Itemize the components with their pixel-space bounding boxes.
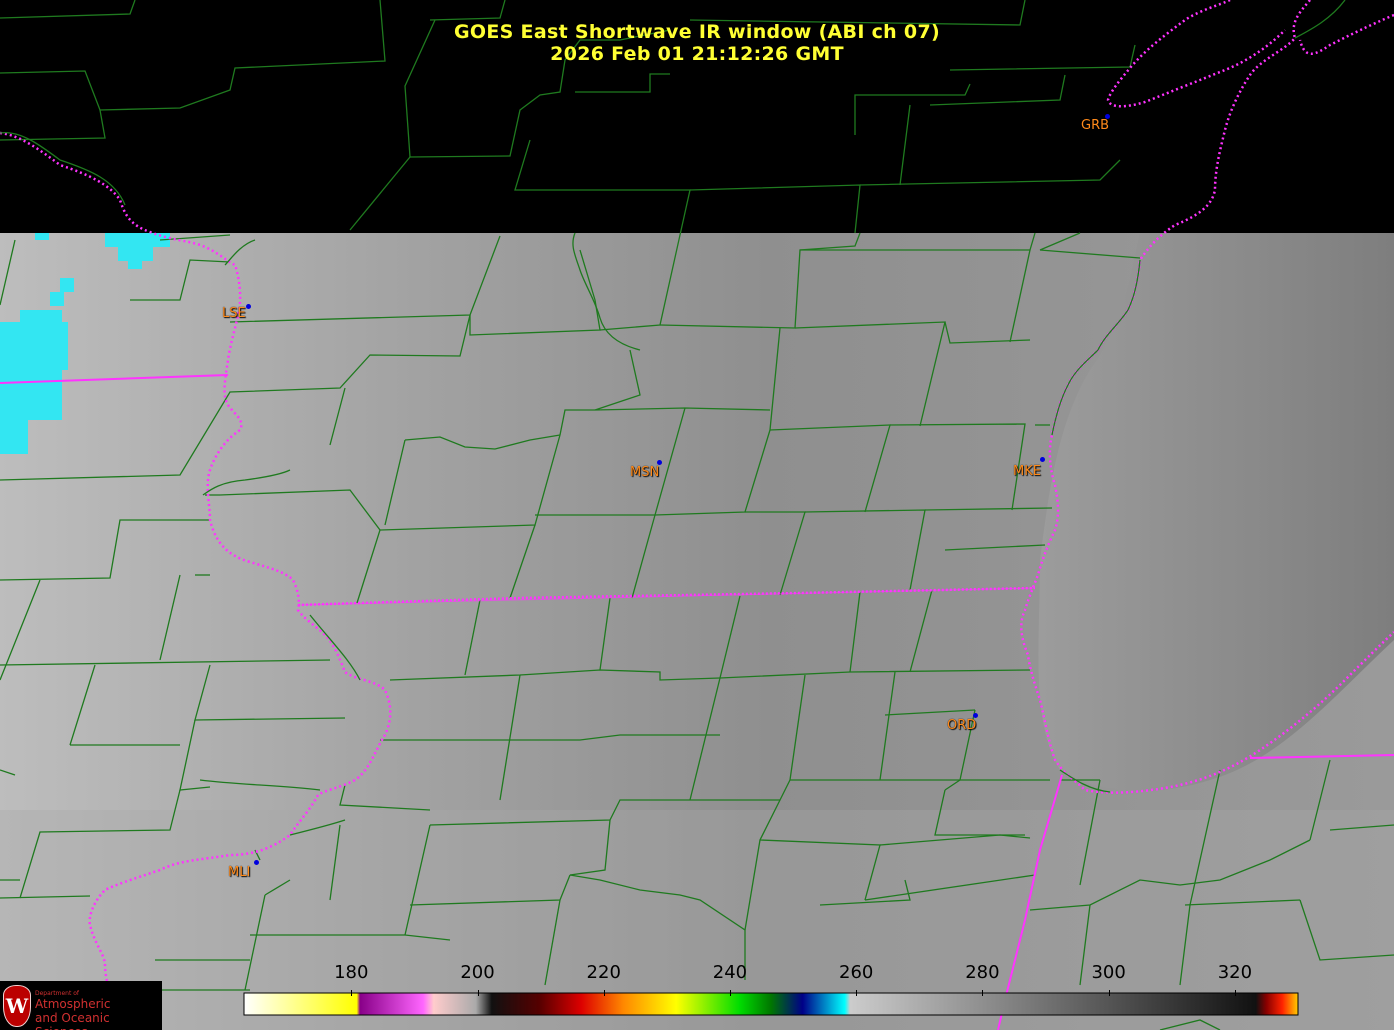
image-timestamp: 2026 Feb 01 21:12:26 GMT	[550, 43, 844, 65]
colorbar-tick-mark	[729, 990, 731, 996]
station-label-mli: MLI	[228, 865, 251, 880]
station-label-mke: MKE	[1013, 464, 1041, 479]
station-dot-mli	[254, 860, 259, 865]
colorbar-tick-mark	[1234, 990, 1236, 996]
colorbar-tick-label: 320	[1217, 962, 1253, 983]
uw-crest-icon: W	[3, 985, 31, 1027]
colorbar-strip	[243, 992, 1299, 1016]
station-label-grb: GRB	[1081, 118, 1110, 133]
colorbar-tick-mark	[856, 990, 858, 996]
colorbar-tick-label: 300	[1091, 962, 1126, 983]
logo-line1-text: Atmospheric	[35, 997, 111, 1011]
station-label-ord: ORD	[947, 718, 977, 733]
colorbar-tick-mark	[603, 990, 605, 996]
colorbar-tick-mark	[982, 990, 984, 996]
colorbar-tick-label: 220	[586, 962, 621, 983]
colorbar-tick-label: 200	[460, 962, 495, 983]
colorbar-tick-label: 240	[712, 962, 748, 983]
colorbar-tick-mark	[1108, 990, 1110, 996]
station-dot-mke	[1040, 457, 1045, 462]
image-title: GOES East Shortwave IR window (ABI ch 07…	[454, 21, 940, 43]
colorbar-tick-label: 260	[839, 962, 874, 983]
colorbar-tick-label: 180	[334, 962, 369, 983]
aos-logo: W Department of Atmospheric and Oceanic …	[0, 981, 162, 1030]
station-label-msn: MSN	[630, 465, 660, 480]
logo-line2-text: and Oceanic Sciences	[35, 1011, 110, 1030]
satellite-map: GOES East Shortwave IR window (ABI ch 07…	[0, 0, 1394, 1030]
colorbar-tick-mark	[351, 990, 353, 996]
colorbar-tick-label: 280	[965, 962, 1000, 983]
station-dot-lse	[246, 304, 251, 309]
station-label-lse: LSE	[222, 306, 246, 321]
map-canvas	[0, 0, 1394, 1030]
colorbar-tick-mark	[477, 990, 479, 996]
logo-dept-text: Department of	[35, 990, 79, 997]
